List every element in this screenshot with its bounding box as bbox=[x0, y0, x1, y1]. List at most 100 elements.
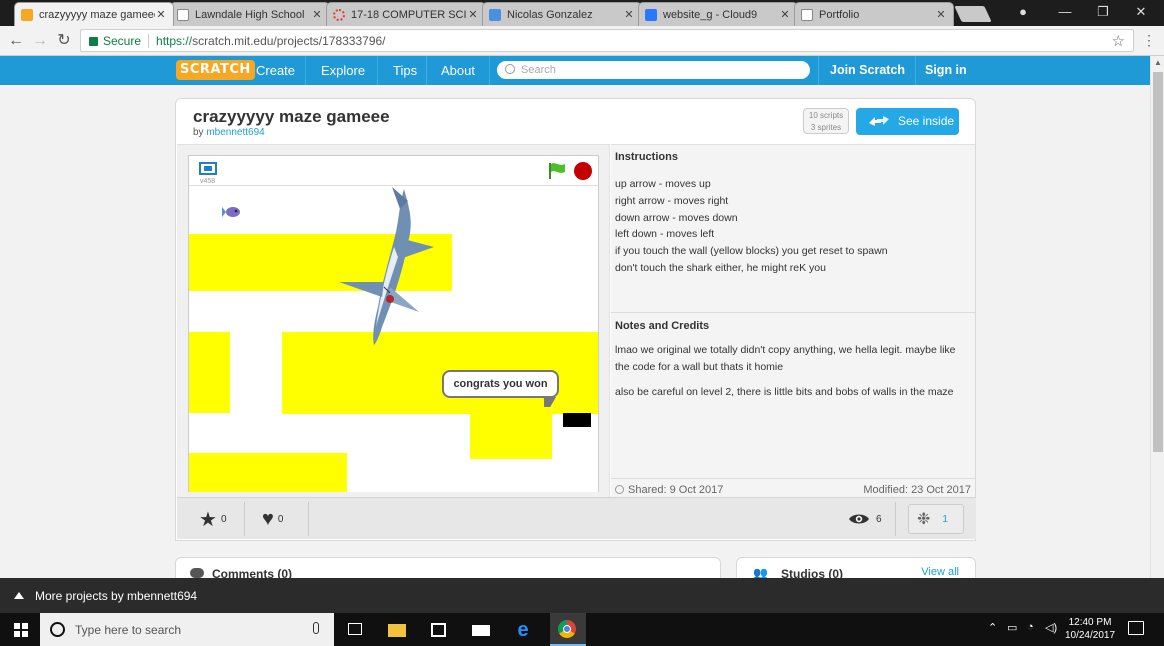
instruction-line: right arrow - moves right bbox=[615, 194, 729, 207]
maze-wall bbox=[189, 453, 347, 492]
instructions-heading: Instructions bbox=[615, 151, 678, 163]
notes-paragraph: also be careful on level 2, there is lit… bbox=[615, 386, 954, 398]
loves-count: 0 bbox=[277, 513, 284, 525]
tab-portfolio[interactable]: Portfolio ✕ bbox=[794, 2, 954, 26]
url-path: scratch.mit.edu/projects/178333796/ bbox=[192, 33, 386, 48]
maximize-button[interactable]: ❐ bbox=[1085, 2, 1121, 22]
bookmark-star-icon[interactable]: ☆ bbox=[1112, 32, 1125, 50]
url-scheme: https:// bbox=[156, 33, 193, 48]
secure-indicator[interactable]: Secure bbox=[81, 34, 141, 48]
scrollbar-thumb[interactable] bbox=[1153, 72, 1163, 452]
chrome-menu-icon[interactable]: ⋮ bbox=[1142, 32, 1156, 49]
tab-computer-science[interactable]: 17-18 COMPUTER SCIE ✕ bbox=[326, 2, 486, 26]
cloud9-favicon-icon bbox=[645, 8, 657, 21]
vertical-scrollbar[interactable]: ▲ bbox=[1150, 56, 1164, 578]
project-action-bar: ★ 0 ♥ 0 6 ❉ 1 bbox=[177, 497, 976, 539]
volume-icon[interactable]: ◁) bbox=[1045, 621, 1057, 634]
back-arrow-icon[interactable]: ← bbox=[6, 31, 26, 51]
expand-up-icon bbox=[14, 592, 24, 599]
tab-close-icon[interactable]: ✕ bbox=[935, 8, 947, 21]
see-inside-label: See inside bbox=[898, 114, 955, 128]
divider bbox=[244, 502, 245, 536]
sprites-count: 3 sprites bbox=[810, 123, 842, 132]
scroll-up-arrow-icon[interactable]: ▲ bbox=[1151, 56, 1164, 70]
page-favicon-icon bbox=[177, 8, 189, 21]
close-window-button[interactable]: ✕ bbox=[1123, 2, 1159, 22]
tab-close-icon[interactable]: ✕ bbox=[623, 8, 635, 21]
nav-explore[interactable]: Explore bbox=[321, 56, 365, 85]
instruction-line: if you touch the wall (yellow blocks) yo… bbox=[615, 245, 888, 258]
author-link[interactable]: mbennett694 bbox=[206, 127, 264, 138]
speech-bubble-text: congrats you won bbox=[453, 378, 548, 390]
store-icon[interactable] bbox=[428, 619, 450, 641]
scratch-logo[interactable]: SCRATCH bbox=[176, 60, 255, 80]
instructions-text: up arrow - moves up right arrow - moves … bbox=[615, 176, 888, 277]
player-area: v458 congrats you won bbox=[177, 144, 610, 497]
heart-icon: ♥ bbox=[262, 507, 274, 530]
nav-about[interactable]: About bbox=[441, 56, 475, 85]
game-stage[interactable]: congrats you won bbox=[189, 187, 598, 492]
view-all-link[interactable]: View all bbox=[921, 566, 959, 578]
tab-close-icon[interactable]: ✕ bbox=[311, 8, 323, 21]
favorites-count: 0 bbox=[220, 513, 227, 525]
task-view-icon[interactable] bbox=[345, 619, 367, 641]
profile-icon[interactable]: ● bbox=[1005, 2, 1041, 22]
wifi-icon[interactable]: ◔ bbox=[1027, 621, 1034, 633]
tab-nicolas[interactable]: Nicolas Gonzalez ✕ bbox=[482, 2, 642, 26]
remix-tree-icon: ❉ bbox=[917, 511, 931, 528]
sign-in-link[interactable]: Sign in bbox=[925, 56, 967, 85]
battery-icon[interactable]: ▭ bbox=[1007, 621, 1017, 634]
join-scratch-link[interactable]: Join Scratch bbox=[830, 56, 905, 85]
tab-label: Lawndale High School bbox=[195, 8, 305, 21]
stop-sign-icon[interactable] bbox=[574, 162, 592, 180]
tab-close-icon[interactable]: ✕ bbox=[155, 8, 167, 21]
favorite-button[interactable]: ★ 0 bbox=[199, 498, 227, 540]
remix-tree-button[interactable]: ❉ 1 bbox=[908, 504, 964, 534]
nav-create[interactable]: Create bbox=[256, 56, 295, 85]
tab-scratch-project[interactable]: crazyyyyy maze gameee ✕ bbox=[14, 2, 174, 26]
system-clock[interactable]: 12:40 PM 10/24/2017 bbox=[1060, 616, 1120, 642]
divider bbox=[895, 502, 896, 536]
reload-icon[interactable]: ↻ bbox=[54, 31, 74, 51]
search-input[interactable]: Search bbox=[497, 61, 810, 79]
project-title: crazyyyyy maze gameee bbox=[193, 107, 390, 126]
star-icon: ★ bbox=[199, 508, 217, 531]
maze-wall bbox=[470, 413, 552, 459]
search-placeholder: Search bbox=[521, 64, 556, 76]
windows-start-icon[interactable] bbox=[14, 623, 28, 637]
taskbar-search-input[interactable]: Type here to search bbox=[40, 613, 334, 646]
tab-lawndale[interactable]: Lawndale High School ✕ bbox=[170, 2, 330, 26]
nav-tips[interactable]: Tips bbox=[393, 56, 417, 85]
modified-date: Modified: 23 Oct 2017 bbox=[863, 484, 971, 496]
scratch-favicon-icon bbox=[21, 8, 33, 21]
secure-label: Secure bbox=[103, 33, 142, 48]
file-explorer-icon[interactable] bbox=[386, 619, 408, 641]
tab-close-icon[interactable]: ✕ bbox=[779, 8, 791, 21]
green-flag-icon[interactable] bbox=[547, 162, 567, 180]
project-card: crazyyyyy maze gameee by mbennett694 10 … bbox=[175, 98, 976, 541]
comments-icon bbox=[190, 568, 204, 578]
action-center-icon[interactable] bbox=[1128, 621, 1144, 635]
tab-cloud9[interactable]: website_g - Cloud9 ✕ bbox=[638, 2, 798, 26]
mail-icon[interactable] bbox=[470, 619, 492, 641]
remix-count: 1 bbox=[942, 513, 948, 525]
chrome-taskbar-button[interactable] bbox=[550, 613, 586, 646]
instruction-line: up arrow - moves up bbox=[615, 178, 711, 190]
lock-icon bbox=[89, 37, 98, 46]
minimize-button[interactable]: — bbox=[1047, 2, 1083, 22]
tab-label: Portfolio bbox=[819, 8, 860, 21]
edge-browser-icon[interactable]: e bbox=[512, 619, 534, 641]
player-version: v458 bbox=[200, 178, 216, 185]
forward-arrow-icon[interactable]: → bbox=[30, 31, 50, 51]
show-hidden-icons-icon[interactable]: ⌃ bbox=[988, 621, 997, 634]
fullscreen-icon[interactable] bbox=[199, 162, 217, 175]
microphone-icon[interactable] bbox=[313, 622, 319, 634]
new-tab-button[interactable] bbox=[954, 6, 992, 22]
see-inside-button[interactable]: See inside bbox=[856, 108, 959, 135]
tab-close-icon[interactable]: ✕ bbox=[467, 8, 479, 21]
love-button[interactable]: ♥ 0 bbox=[262, 498, 283, 540]
player-frame: v458 congrats you won bbox=[188, 155, 599, 492]
notes-heading: Notes and Credits bbox=[615, 320, 710, 332]
address-bar[interactable]: Secure https:// scratch.mit.edu/projects… bbox=[80, 29, 1134, 52]
more-projects-bar[interactable]: More projects by mbennett694 bbox=[0, 578, 1164, 613]
